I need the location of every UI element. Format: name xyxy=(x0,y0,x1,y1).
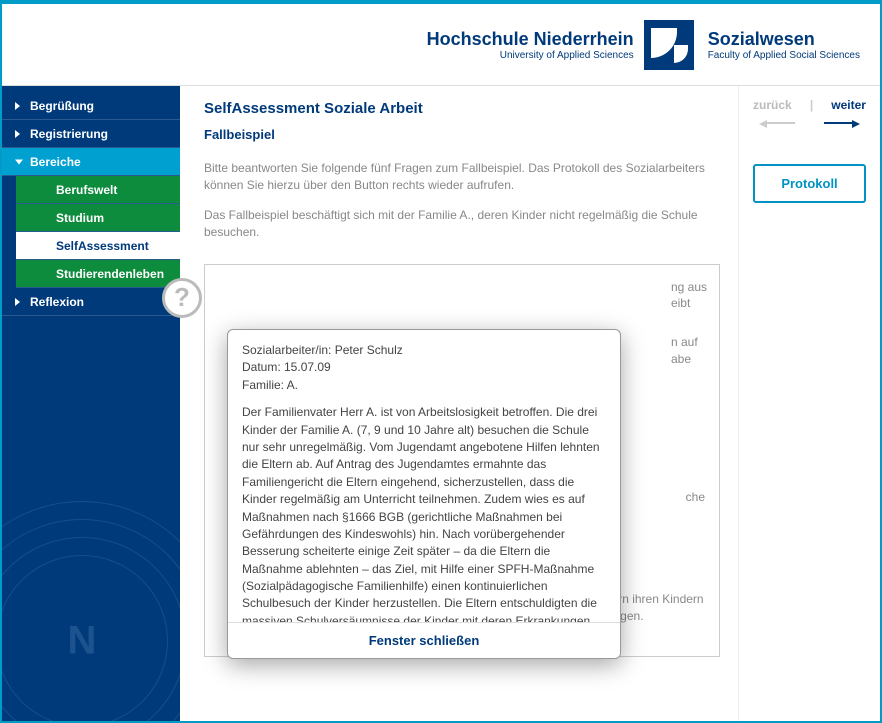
case-text: Das Fallbeispiel beschäftigt sich mit de… xyxy=(204,207,720,242)
modal-family: Familie: A. xyxy=(242,378,298,392)
nav-next-link[interactable]: weiter xyxy=(831,98,866,112)
nav-sub-berufswelt[interactable]: Berufswelt xyxy=(16,176,180,204)
nav-sub-studierendenleben[interactable]: Studierendenleben xyxy=(16,260,180,288)
hn-subtitle: University of Applied Sciences xyxy=(500,50,634,61)
question-text-fragment-2: n aufabe xyxy=(671,334,707,368)
modal-close-button[interactable]: Fenster schließen xyxy=(228,622,620,658)
nav-areas[interactable]: Bereiche xyxy=(2,148,180,176)
modal-scroll-area[interactable]: Sozialarbeiter/in: Peter Schulz Datum: 1… xyxy=(228,340,620,622)
modal-social-worker: Sozialarbeiter/in: Peter Schulz xyxy=(242,343,403,357)
right-panel: zurück | weiter Protokoll xyxy=(738,86,880,721)
page-subtitle: Fallbeispiel xyxy=(204,127,720,142)
header: Hochschule Niederrhein University of App… xyxy=(2,4,880,86)
brand-hn: Hochschule Niederrhein University of App… xyxy=(427,20,708,70)
nav-sub-studium[interactable]: Studium xyxy=(16,204,180,232)
question-mark-icon: ? xyxy=(162,278,202,318)
compass-decoration-icon: N W xyxy=(2,501,180,721)
arrow-right-icon[interactable] xyxy=(820,118,860,128)
protokoll-button[interactable]: Protokoll xyxy=(753,164,866,203)
modal-body-text: Der Familienvater Herr A. ist von Arbeit… xyxy=(242,404,606,622)
sw-subtitle: Faculty of Applied Social Sciences xyxy=(708,50,860,61)
question-text-fragment-1: ng auseibt xyxy=(671,279,707,313)
nav-reflection[interactable]: Reflexion xyxy=(2,288,180,316)
nav-sub-selfassessment[interactable]: SelfAssessment xyxy=(16,232,180,260)
nav-registration[interactable]: Registrierung xyxy=(2,120,180,148)
page-title: SelfAssessment Soziale Arbeit xyxy=(204,100,720,117)
protokoll-modal: Sozialarbeiter/in: Peter Schulz Datum: 1… xyxy=(227,329,621,659)
arrow-left-icon xyxy=(759,118,799,128)
sw-title: Sozialwesen xyxy=(708,29,860,50)
modal-date: Datum: 15.07.09 xyxy=(242,360,331,374)
brand-sw: Sozialwesen Faculty of Applied Social Sc… xyxy=(708,29,860,61)
hn-logo-icon xyxy=(644,20,694,70)
intro-text: Bitte beantworten Sie folgende fünf Frag… xyxy=(204,160,720,195)
nav-back-link: zurück xyxy=(753,98,792,112)
hn-title: Hochschule Niederrhein xyxy=(427,29,634,50)
nav-greeting[interactable]: Begrüßung xyxy=(2,92,180,120)
sidebar: Begrüßung Registrierung Bereiche Berufsw… xyxy=(2,86,180,721)
